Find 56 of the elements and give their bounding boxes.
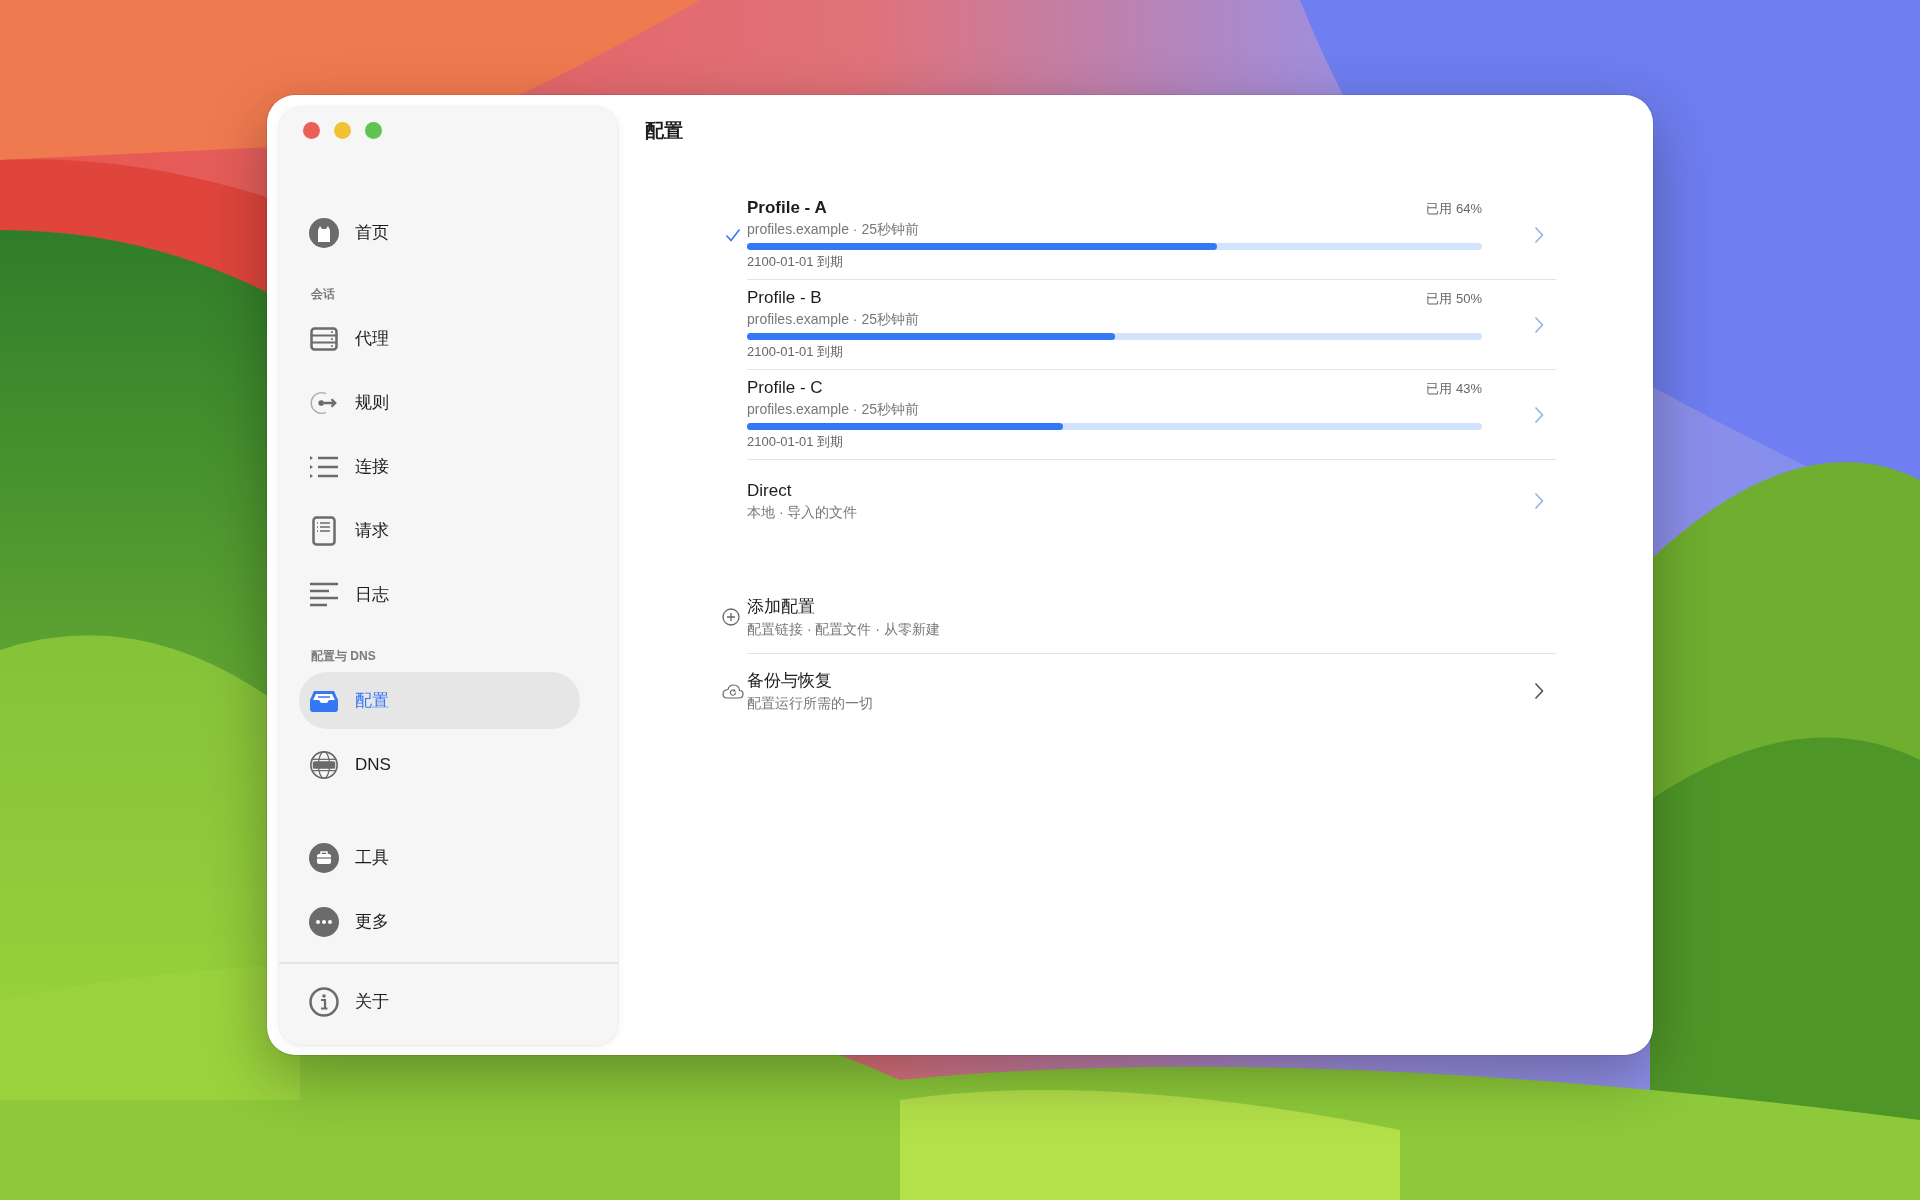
document-icon (312, 515, 336, 546)
expiry-date: 2100-01-01 到期 (747, 433, 845, 451)
expiry-date: 2100-01-01 到期 (747, 343, 845, 361)
tray-icon (309, 688, 339, 713)
page-title: 配置 (645, 119, 683, 143)
profile-source: 本地 · 导入的文件 (747, 503, 859, 522)
chevron-icon (1534, 225, 1544, 244)
sidebar-item[interactable]: 日志 (299, 566, 580, 623)
info-icon (309, 986, 339, 1017)
action-title: 备份与恢复 (747, 670, 833, 692)
chevron-icon (1534, 682, 1544, 700)
sidebar-item[interactable]: 更多 (299, 893, 580, 950)
profile-name: Direct (747, 480, 792, 501)
profile-source: profiles.example · 25秒钟前 (747, 221, 920, 239)
profile-row[interactable]: Direct 本地 · 导入的文件 (747, 460, 1556, 542)
section-header: 会话 (311, 286, 335, 303)
sidebar-item[interactable]: 规则 (299, 374, 580, 431)
sidebar-item[interactable]: 工具 (299, 829, 580, 886)
more-icon (309, 906, 339, 937)
list-icon (309, 454, 339, 479)
chevron-icon (1534, 405, 1544, 424)
close-button[interactable] (303, 122, 320, 139)
section-header: 配置与 DNS (311, 648, 376, 665)
usage-label: 已用 43% (1426, 380, 1482, 398)
expiry-date: 2100-01-01 到期 (747, 253, 845, 271)
cloud-sync-icon (722, 683, 744, 699)
action-row[interactable]: 备份与恢复 配置运行所需的一切 (747, 654, 1556, 728)
action-subtitle: 配置链接 · 配置文件 · 从零新建 (747, 620, 941, 639)
profile-name: Profile - C (747, 378, 823, 398)
add-icon (722, 608, 740, 626)
chevron-icon (1534, 315, 1544, 334)
minimize-button[interactable] (334, 122, 351, 139)
profile-name: Profile - B (747, 288, 822, 308)
sidebar-item[interactable]: 请求 (299, 502, 580, 559)
sidebar-item[interactable]: DNS (299, 736, 580, 793)
profile-source: profiles.example · 25秒钟前 (747, 311, 920, 329)
briefcase-icon (309, 842, 339, 873)
action-row[interactable]: 添加配置 配置链接 · 配置文件 · 从零新建 (747, 580, 1556, 654)
action-subtitle: 配置运行所需的一切 (747, 695, 874, 713)
usage-label: 已用 64% (1426, 200, 1482, 218)
server-icon (310, 326, 338, 351)
globe-icon (309, 748, 339, 781)
sidebar-item[interactable]: 连接 (299, 438, 580, 495)
sidebar-item[interactable]: 代理 (299, 310, 580, 367)
profile-source: profiles.example · 25秒钟前 (747, 401, 920, 419)
text-lines-icon (309, 581, 339, 608)
usage-label: 已用 50% (1426, 290, 1482, 308)
profile-row[interactable]: Profile - A 已用 64% profiles.example · 25秒钟前 2100-01-01 到期 (747, 190, 1556, 280)
sidebar-item[interactable]: 关于 (299, 973, 580, 1030)
chevron-icon (1534, 492, 1544, 510)
zoom-button[interactable] (365, 122, 382, 139)
profile-name: Profile - A (747, 198, 827, 218)
profile-row[interactable]: Profile - B 已用 50% profiles.example · 25秒钟前 2100-01-01 到期 (747, 280, 1556, 370)
action-title: 添加配置 (747, 595, 816, 618)
profile-row[interactable]: Profile - C 已用 43% profiles.example · 25秒钟前 2100-01-01 到期 (747, 370, 1556, 460)
sidebar-item[interactable]: 首页 (299, 204, 580, 261)
